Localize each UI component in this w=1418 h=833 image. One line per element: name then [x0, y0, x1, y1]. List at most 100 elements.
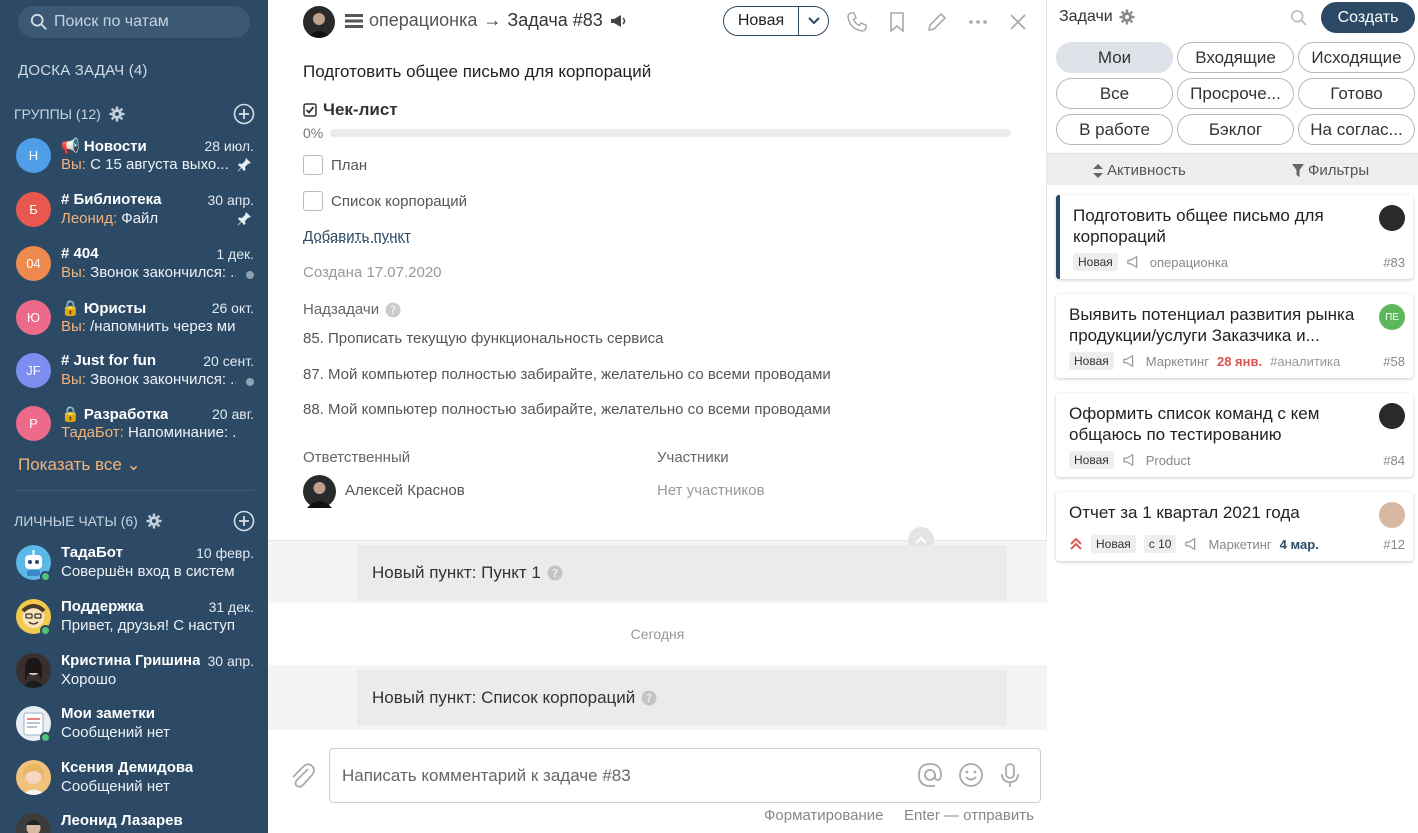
chat-sender: Леонид: — [61, 210, 118, 227]
chat-last-message: Вы: /напомнить через ми... — [61, 318, 236, 335]
filter-outgoing[interactable]: Исходящие — [1298, 42, 1415, 73]
chat-item-notes[interactable]: Мои заметки Сообщений нет — [0, 700, 268, 752]
bookmark-icon[interactable] — [886, 11, 908, 33]
chat-item-just-for-fun[interactable]: JF # Just for fun 20 сент. Вы: Звонок за… — [0, 347, 268, 399]
sort-activity[interactable]: Активность — [1093, 162, 1186, 179]
filter-approval[interactable]: На соглас... — [1298, 114, 1415, 145]
add-group-icon[interactable] — [233, 103, 255, 125]
formatting-link[interactable]: Форматирование — [764, 807, 884, 824]
chat-preview: Хорошо — [61, 671, 117, 688]
help-icon[interactable]: ? — [385, 302, 401, 318]
task-card-number: #12 — [1383, 537, 1405, 552]
status-badge: Новая — [1073, 253, 1118, 271]
chat-item-library[interactable]: Б # Библиотека 30 апр. Леонид: Файл — [0, 186, 268, 238]
search-icon[interactable] — [1290, 9, 1308, 27]
task-card-84[interactable]: Оформить список команд с кем общаюсь по … — [1056, 393, 1413, 477]
show-all-link[interactable]: Показать все ⌄ — [18, 455, 141, 475]
chat-item-404[interactable]: 04 # 404 1 дек. Вы: Звонок закончился: .… — [0, 240, 268, 292]
avatar: Б — [16, 192, 51, 227]
help-icon[interactable]: ? — [547, 565, 563, 581]
parent-task-link[interactable]: 85. Прописать текущую функциональность с… — [303, 330, 663, 347]
chevron-down-icon[interactable] — [798, 7, 828, 35]
chat-sender: Вы: — [61, 318, 86, 335]
send-hint: Enter — отправить — [904, 807, 1034, 824]
filter-my[interactable]: Мои — [1056, 42, 1173, 73]
phone-icon[interactable] — [846, 11, 868, 33]
chat-item-support[interactable]: Поддержка 31 дек. Привет, друзья! С наст… — [0, 593, 268, 645]
status-dropdown[interactable]: Новая — [723, 6, 829, 36]
comment-composer: Форматирование Enter — отправить — [268, 732, 1047, 833]
filter-in-progress[interactable]: В работе — [1056, 114, 1173, 145]
checkbox-checked-icon — [303, 103, 317, 117]
person-photo-icon — [307, 482, 332, 508]
checklist-item[interactable]: План — [303, 155, 367, 175]
chat-name: Мои заметки — [61, 705, 155, 722]
task-card-tag[interactable]: #аналитика — [1270, 354, 1340, 369]
more-icon[interactable] — [967, 11, 989, 33]
hash-icon: # — [61, 352, 74, 369]
gear-icon[interactable] — [146, 513, 162, 529]
chat-item-kristina[interactable]: Кристина Гришина 30 апр. Хорошо — [0, 647, 268, 699]
responsible-avatar[interactable] — [303, 475, 336, 508]
close-icon[interactable] — [1007, 11, 1029, 33]
edit-icon[interactable] — [926, 11, 948, 33]
chat-item-leonid[interactable]: Леонид Лазарев — [0, 807, 268, 833]
gear-icon[interactable] — [1119, 9, 1135, 25]
chat-item-tadabot[interactable]: ТадаБот 10 февр. Совершён вход в систем.… — [0, 539, 268, 591]
chat-date: 28 июл. — [204, 138, 254, 154]
checkbox[interactable] — [303, 191, 323, 211]
avatar: Р — [16, 406, 51, 441]
filter-incoming[interactable]: Входящие — [1177, 42, 1294, 73]
create-task-button[interactable]: Создать — [1321, 2, 1415, 33]
chat-name: 📢 Новости — [61, 137, 147, 155]
parent-task-link[interactable]: 88. Мой компьютер полностью забирайте, ж… — [303, 401, 831, 418]
chat-last-message: Вы: Звонок закончился: ... — [61, 264, 236, 281]
filter-done[interactable]: Готово — [1298, 78, 1415, 109]
chat-search[interactable]: Поиск по чатам — [18, 6, 250, 38]
task-card-chat: операционка — [1149, 254, 1229, 270]
paperclip-icon[interactable] — [288, 760, 316, 792]
created-date: Создана 17.07.2020 — [303, 264, 442, 281]
checklist-item[interactable]: Список корпораций — [303, 191, 467, 211]
responsible-name[interactable]: Алексей Краснов — [345, 482, 465, 499]
task-card-number: #83 — [1383, 255, 1405, 270]
lock-icon: 🔒 — [61, 300, 84, 317]
tasks-panel-title: Задачи — [1059, 8, 1113, 25]
chat-item-ksenia[interactable]: Ксения Демидова Сообщений нет — [0, 754, 268, 806]
task-card-58[interactable]: Выявить потенциал развития рынка продукц… — [1056, 294, 1413, 378]
add-chat-icon[interactable] — [233, 510, 255, 532]
gear-icon[interactable] — [109, 106, 125, 122]
task-breadcrumb: операционка → Задача #83 — [345, 10, 627, 31]
task-title[interactable]: Подготовить общее письмо для корпораций — [303, 62, 651, 82]
add-item-link[interactable]: Добавить пункт — [303, 228, 411, 245]
lock-icon: 🔒 — [61, 406, 84, 423]
chat-preview: Привет, друзья! С наступ... — [61, 617, 236, 634]
microphone-icon[interactable] — [996, 761, 1024, 789]
filter-all[interactable]: Все — [1056, 78, 1173, 109]
filter-overdue[interactable]: Просроче... — [1177, 78, 1294, 109]
chat-item-lawyers[interactable]: Ю 🔒 Юристы 26 окт. Вы: /напомнить через … — [0, 294, 268, 346]
parent-tasks-header: Надзадачи ? — [303, 301, 401, 318]
filter-backlog[interactable]: Бэклог — [1177, 114, 1294, 145]
chat-last-message: Леонид: Файл — [61, 210, 236, 227]
help-icon[interactable]: ? — [641, 690, 657, 706]
chat-item-news[interactable]: Н 📢 Новости 28 июл. Вы: С 15 августа вых… — [0, 132, 268, 184]
chat-item-development[interactable]: Р 🔒 Разработка 20 авг. ТадаБот: Напомина… — [0, 400, 268, 452]
activity-feed[interactable]: Новый пункт: Пункт 1 ? Сегодня Новый пун… — [268, 527, 1047, 730]
emoji-icon[interactable] — [957, 761, 985, 789]
filters-toggle[interactable]: Фильтры — [1292, 162, 1369, 179]
chat-name: # Библиотека — [61, 191, 162, 208]
task-card-83[interactable]: Подготовить общее письмо для корпораций … — [1056, 195, 1413, 279]
chevron-up-icon — [915, 536, 927, 544]
checklist-label: Чек-лист — [323, 100, 398, 119]
mention-icon[interactable] — [916, 761, 944, 789]
chat-avatar[interactable] — [303, 6, 335, 38]
show-all-text: Показать все — [18, 455, 122, 474]
parent-task-link[interactable]: 87. Мой компьютер полностью забирайте, ж… — [303, 366, 831, 383]
filter-icon — [1292, 164, 1304, 177]
breadcrumb-chat[interactable]: операционка — [369, 10, 477, 31]
chat-date: 31 дек. — [208, 599, 254, 615]
task-board-link[interactable]: ДОСКА ЗАДАЧ (4) — [18, 62, 148, 79]
checkbox[interactable] — [303, 155, 323, 175]
task-card-12[interactable]: Отчет за 1 квартал 2021 года Новая с 10 … — [1056, 492, 1413, 561]
